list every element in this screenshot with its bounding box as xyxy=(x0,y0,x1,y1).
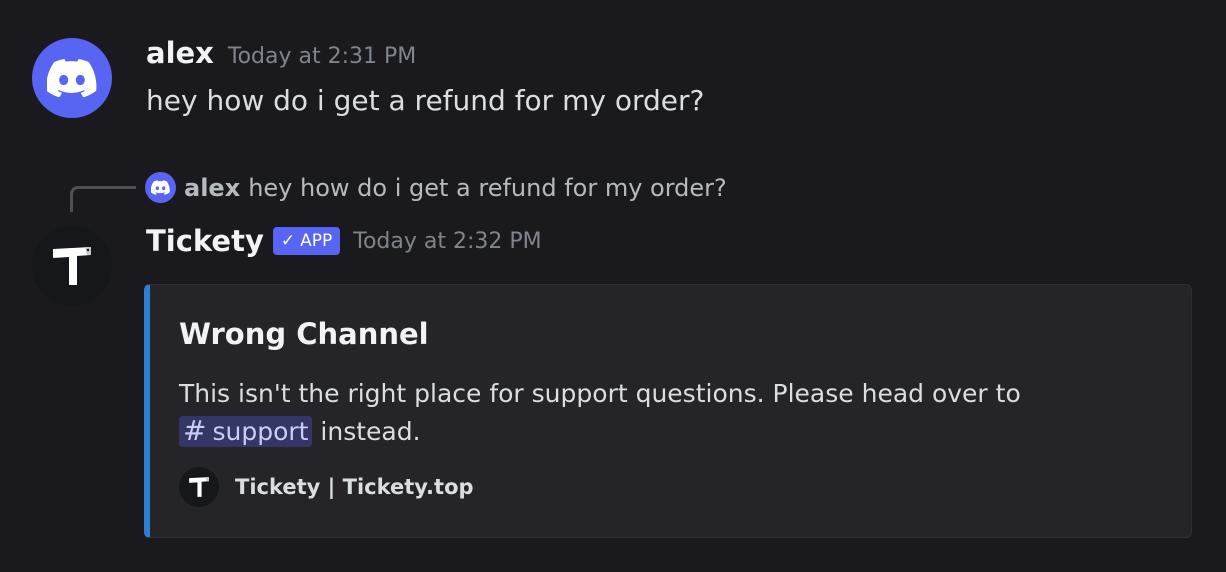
check-icon: ✓ xyxy=(280,231,296,251)
tickety-logo-icon xyxy=(53,247,91,285)
discord-logo-icon xyxy=(151,180,170,195)
tickety-logo-icon xyxy=(189,477,209,497)
bot-username[interactable]: Tickety xyxy=(146,224,264,258)
author-username[interactable]: alex xyxy=(146,36,214,70)
embed-footer: Tickety | Tickety.top xyxy=(179,467,474,507)
bot-message-timestamp[interactable]: Today at 2:32 PM xyxy=(353,229,541,254)
bot-avatar[interactable] xyxy=(32,226,112,306)
user-avatar[interactable] xyxy=(32,38,112,118)
message-content: hey how do i get a refund for my order? xyxy=(146,84,705,117)
reply-text[interactable]: hey how do i get a refund for my order? xyxy=(248,174,727,202)
embed-description-line: This isn't the right place for support q… xyxy=(179,379,1021,408)
channel-name: support xyxy=(212,417,309,446)
message-timestamp[interactable]: Today at 2:31 PM xyxy=(228,44,416,69)
reply-reference[interactable]: alex hey how do i get a refund for my or… xyxy=(145,172,727,203)
reply-username[interactable]: alex xyxy=(184,174,240,202)
embed-description-tail: instead. xyxy=(312,417,421,446)
channel-hash-icon: # xyxy=(183,414,207,447)
message-header: alex Today at 2:31 PM xyxy=(146,36,416,70)
app-badge-label: APP xyxy=(300,231,333,251)
embed-footer-text: Tickety | Tickety.top xyxy=(235,475,474,499)
discord-logo-icon xyxy=(47,59,97,97)
reply-spine-line xyxy=(70,186,136,212)
app-badge: ✓ APP xyxy=(272,227,341,255)
embed-description-line: # support instead. xyxy=(179,412,1021,450)
footer-avatar xyxy=(179,467,219,507)
embed-title: Wrong Channel xyxy=(179,317,429,351)
reply-avatar xyxy=(145,172,176,203)
embed-description: This isn't the right place for support q… xyxy=(179,375,1021,450)
channel-mention-support[interactable]: # support xyxy=(179,414,313,447)
embed-card: Wrong Channel This isn't the right place… xyxy=(144,284,1192,538)
bot-message-header: Tickety ✓ APP Today at 2:32 PM xyxy=(146,224,542,258)
